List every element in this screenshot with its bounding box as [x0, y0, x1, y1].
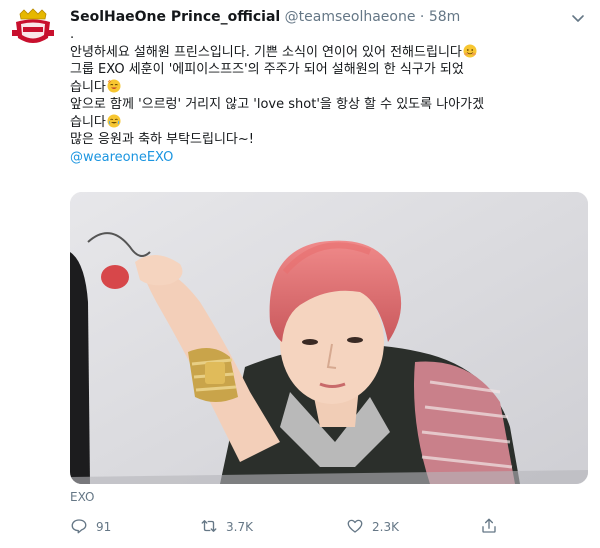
separator-dot: · — [419, 9, 425, 25]
tweet-text-segment: 습니다 — [70, 114, 106, 130]
tweet-text-line: 안녕하세요 설해원 프린스입니다. 기쁜 소식이 연이어 있어 전해드립니다 — [70, 44, 590, 62]
tweet-text-segment: 습니다 — [70, 79, 106, 95]
tweet-text-line: 앞으로 함께 '으르렁' 거리지 않고 'love shot'을 항상 할 수 … — [70, 97, 485, 112]
tweet-timestamp[interactable]: 58m — [429, 9, 460, 25]
tweet-text-line: 습니다 — [70, 114, 590, 132]
chevron-down-icon[interactable] — [570, 10, 586, 26]
retweet-icon — [200, 517, 218, 538]
retweet-count: 3.7K — [226, 520, 253, 534]
share-icon — [480, 517, 498, 538]
mention-link[interactable]: @weareoneEXO — [70, 149, 590, 167]
like-button[interactable]: 2.3K — [346, 516, 399, 538]
tweet-header: SeolHaeOne Prince_official @teamseolhaeo… — [70, 8, 560, 26]
reply-icon — [70, 517, 88, 538]
like-count: 2.3K — [372, 520, 399, 534]
tweet-text: . 안녕하세요 설해원 프린스입니다. 기쁜 소식이 연이어 있어 전해드립니다… — [70, 26, 590, 166]
tweet-text-line: 습니다 — [70, 79, 590, 97]
emoji-icon — [463, 44, 477, 58]
emoji-icon — [107, 79, 121, 93]
reply-button[interactable]: 91 — [70, 516, 111, 538]
tweet-text-line: . — [70, 27, 75, 42]
heart-icon — [346, 517, 364, 538]
retweet-button[interactable]: 3.7K — [200, 516, 253, 538]
tweet-text-segment: 안녕하세요 설해원 프린스입니다. 기쁜 소식이 연이어 있어 전해드립니다 — [70, 44, 462, 60]
emoji-icon — [107, 114, 121, 128]
display-name[interactable]: SeolHaeOne Prince_official — [70, 9, 280, 25]
tweet-text-line: 그룹 EXO 세훈이 '에피이스프즈'의 주주가 되어 설해원의 한 식구가 되… — [70, 62, 464, 77]
tweet-actions: 91 3.7K 2.3K — [70, 516, 570, 538]
user-handle[interactable]: @teamseolhaeone — [285, 9, 416, 25]
tweet-photo[interactable] — [70, 192, 588, 484]
share-button[interactable] — [480, 516, 498, 538]
photo-tag[interactable]: EXO — [70, 490, 94, 504]
reply-count: 91 — [96, 520, 112, 534]
tweet: SeolHaeOne Prince_official @teamseolhaeo… — [0, 0, 600, 548]
avatar[interactable] — [10, 8, 56, 50]
tweet-text-line: 많은 응원과 축하 부탁드립니다~! — [70, 132, 254, 147]
